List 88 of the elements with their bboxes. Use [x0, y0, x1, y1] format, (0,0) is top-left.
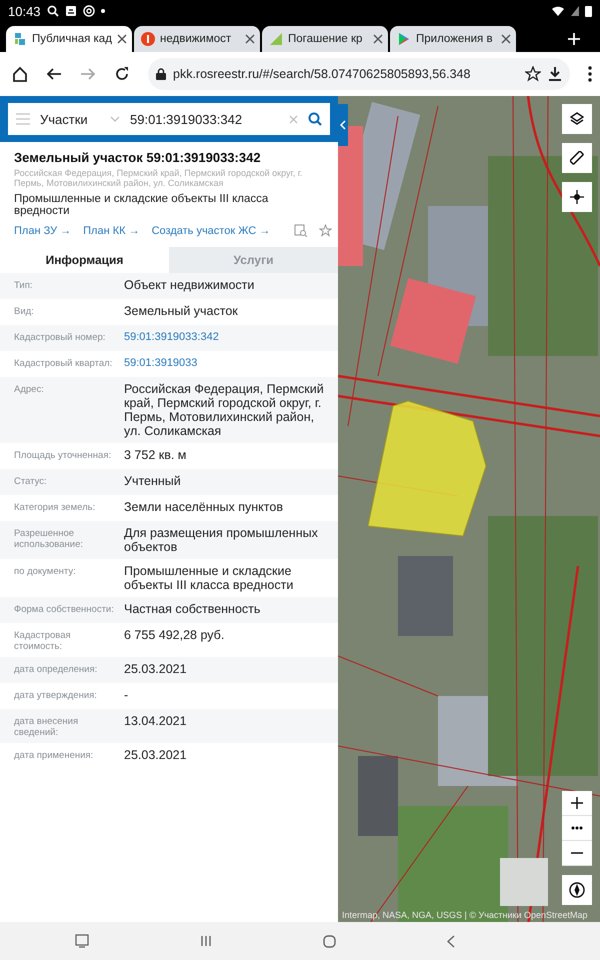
document-search-icon[interactable] — [294, 224, 308, 237]
browser-tab[interactable]: Приложения в — [390, 26, 516, 52]
search-field[interactable]: Участки 59:01:3919033:342 — [8, 103, 330, 135]
status-time: 10:43 — [8, 4, 41, 18]
plan-link[interactable]: План КК → — [83, 224, 140, 236]
field-label: дата применения: — [14, 749, 94, 761]
screenshot-icon[interactable] — [75, 934, 90, 948]
category-dropdown[interactable]: Участки — [40, 112, 100, 126]
battery-icon — [585, 5, 592, 17]
plan-link[interactable]: План ЗУ → — [14, 224, 72, 236]
field-value: 13.04.2021 — [124, 714, 188, 728]
search-icon[interactable] — [308, 112, 322, 126]
collapse-panel-button[interactable] — [338, 104, 348, 146]
parcel-purpose: Промышленные и складские объекты III класса вредности — [14, 193, 270, 217]
field-value: 25.03.2021 — [124, 662, 188, 676]
close-icon[interactable] — [373, 34, 383, 44]
site-icon — [268, 31, 284, 47]
search-icon — [46, 5, 59, 17]
recent-apps-icon[interactable] — [200, 935, 212, 947]
field-label: Кадастровый номер: — [14, 331, 106, 343]
field-label: Адрес: — [14, 383, 45, 395]
field-label: дата внесения сведений: — [14, 715, 80, 738]
field-value: - — [124, 688, 130, 702]
back-icon[interactable] — [46, 66, 62, 82]
field-label: Кадастровый квартал: — [14, 357, 114, 369]
field-label: по документу: — [14, 565, 77, 577]
field-value: Земельный участок — [124, 304, 239, 318]
at-icon — [82, 5, 95, 17]
parcel-address: Российская Федерация, Пермский край, Пермский городской округ, г. Пермь, Мотовилихинский район, ул. Соликамская — [14, 168, 304, 188]
signal-icon — [571, 6, 579, 16]
home-icon[interactable] — [12, 66, 28, 82]
field-label: дата определения: — [14, 663, 98, 675]
field-link[interactable]: 59:01:3919033 — [124, 356, 324, 370]
site-icon — [12, 31, 28, 47]
field-label: Площадь уточненная: — [14, 449, 112, 461]
new-tab-icon[interactable] — [568, 33, 580, 45]
plan-link[interactable]: Создать участок ЖС → — [152, 224, 270, 236]
ruler-icon — [570, 151, 584, 165]
browser-tab[interactable]: Погашение кр — [262, 26, 388, 52]
parcel-title: Земельный участок 59:01:3919033:342 — [14, 150, 262, 165]
reload-icon[interactable] — [114, 66, 130, 82]
picture-icon — [64, 5, 77, 17]
field-value: 6 755 492,28 руб. — [124, 628, 226, 642]
close-icon[interactable] — [117, 34, 127, 44]
crosshair-icon — [570, 190, 584, 204]
field-value: 25.03.2021 — [124, 748, 188, 762]
close-icon[interactable] — [501, 34, 511, 44]
field-value: Российская Федерация, Пермский край, Пермский городской округ, г. Пермь, Мотовилихинский район, ул. Соликамская — [124, 382, 324, 438]
field-value: Земли населённых пунктов — [124, 500, 284, 514]
lock-icon — [156, 68, 166, 80]
dots-icon — [571, 826, 583, 830]
field-value: Для размещения промышленных объектов — [124, 526, 319, 554]
field-label: Разрешенное использование: — [14, 527, 84, 550]
browser-tab[interactable]: Публичная кад — [6, 26, 132, 52]
close-icon[interactable] — [245, 34, 255, 44]
wifi-icon — [551, 5, 565, 17]
download-icon[interactable] — [548, 66, 562, 82]
plus-icon — [571, 797, 583, 809]
ruler-button[interactable] — [562, 143, 592, 173]
locate-button[interactable] — [562, 182, 592, 212]
home-button-icon[interactable] — [322, 934, 336, 948]
field-label: Кадастровая стоимость: — [14, 629, 72, 652]
field-label: Вид: — [14, 305, 35, 317]
star-icon[interactable] — [525, 66, 541, 82]
more-icon[interactable] — [588, 66, 592, 82]
field-label: Тип: — [14, 279, 34, 291]
field-value: Промышленные и складские объекты III класса вредности — [124, 564, 294, 592]
layers-button[interactable] — [562, 104, 592, 134]
field-value: Учтенный — [124, 474, 182, 488]
field-value: Объект недвижимости — [124, 278, 256, 292]
star-icon[interactable] — [319, 224, 332, 237]
field-label: дата утверждения: — [14, 689, 98, 701]
compass-button[interactable] — [562, 875, 592, 905]
compass-icon — [569, 882, 585, 898]
dot-icon — [100, 9, 105, 13]
field-label: Категория земель: — [14, 501, 96, 513]
layers-icon — [570, 112, 584, 126]
url-field[interactable]: pkk.rosreestr.ru/#/search/58.07470625805893,56.348 — [148, 58, 570, 90]
browser-tab[interactable]: недвижимост — [134, 26, 260, 52]
field-value: Частная собственность — [124, 602, 262, 616]
field-label: Форма собственности: — [14, 603, 115, 615]
minus-icon — [571, 852, 583, 854]
search-value: 59:01:3919033:342 — [130, 112, 244, 126]
chevron-left-icon — [340, 120, 346, 130]
field-link[interactable]: 59:01:3919033:342 — [124, 330, 324, 344]
field-value: 3 752 кв. м — [124, 448, 188, 462]
field-label: Статус: — [14, 475, 48, 487]
site-icon — [140, 31, 156, 47]
